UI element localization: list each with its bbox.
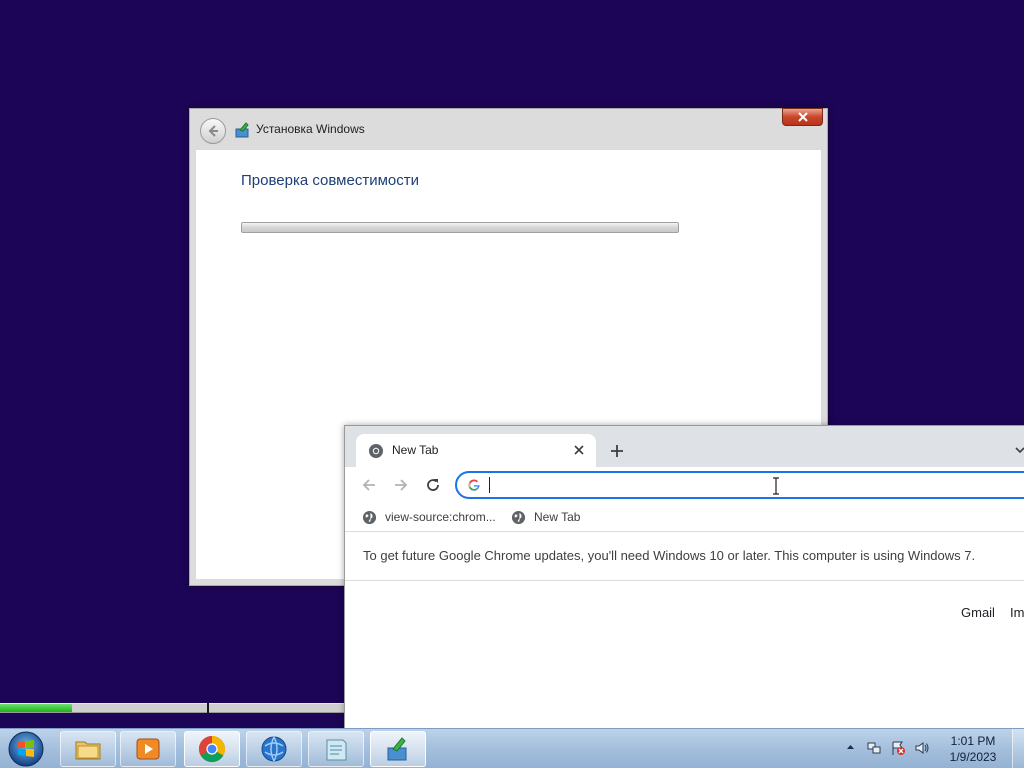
taskbar-explorer-button[interactable] — [60, 731, 116, 767]
taskbar-chrome-button[interactable] — [184, 731, 240, 767]
install-progress-marker — [207, 703, 209, 714]
address-bar[interactable] — [455, 471, 1024, 499]
clock-time: 1:01 PM — [950, 734, 996, 748]
windows-setup-icon — [235, 122, 249, 138]
taskbar-windows-setup-button[interactable] — [370, 731, 426, 767]
bookmark-label: view-source:chrom... — [385, 510, 496, 524]
notepad-icon — [326, 739, 347, 761]
internet-explorer-icon — [261, 736, 287, 762]
install-progress-fill — [0, 704, 73, 712]
taskbar-internet-explorer-button[interactable] — [246, 731, 302, 767]
show-desktop-button[interactable] — [1012, 729, 1024, 768]
media-player-icon — [136, 738, 160, 760]
windows-logo-icon — [8, 731, 44, 767]
start-button[interactable] — [4, 730, 48, 768]
text-caret — [489, 477, 490, 493]
network-icon[interactable] — [866, 740, 882, 756]
volume-icon[interactable] — [914, 740, 930, 756]
bookmark-new-tab[interactable]: New Tab — [511, 508, 580, 526]
chevron-down-icon[interactable] — [1013, 443, 1024, 457]
chrome-icon — [198, 735, 226, 763]
taskbar-media-player-button[interactable] — [120, 731, 176, 767]
setup-heading: Проверка совместимости — [241, 172, 419, 189]
chrome-icon — [369, 444, 383, 458]
bookmarks-bar: view-source:chrom... New Tab — [345, 503, 1024, 531]
close-icon — [797, 112, 808, 122]
bookmark-label: New Tab — [534, 510, 581, 524]
globe-icon — [511, 510, 526, 524]
chrome-window: New Tab view-source:chrom... New Tab To … — [344, 425, 1024, 735]
new-tab-page: Gmail Im — [345, 582, 1024, 734]
back-arrow-icon[interactable] — [200, 118, 226, 144]
omnibox-input[interactable] — [489, 476, 989, 494]
new-tab-icon[interactable] — [607, 441, 627, 461]
close-icon[interactable] — [572, 443, 586, 457]
close-button[interactable] — [782, 108, 823, 126]
compatibility-progress-bar — [241, 222, 679, 233]
chevron-up-icon[interactable] — [846, 743, 855, 752]
setup-window-title: Установка Windows — [256, 122, 365, 136]
infobar-text: To get future Google Chrome updates, you… — [363, 548, 976, 563]
taskbar: 1:01 PM 1/9/2023 — [0, 728, 1024, 768]
install-progress-strip — [0, 703, 345, 714]
system-clock[interactable]: 1:01 PM 1/9/2023 — [938, 733, 1008, 765]
images-link[interactable]: Im — [1010, 605, 1024, 620]
google-icon — [468, 479, 480, 491]
clock-date: 1/9/2023 — [949, 750, 997, 764]
windows-setup-icon — [387, 737, 407, 761]
folder-icon — [75, 741, 101, 760]
back-arrow-icon[interactable] — [360, 476, 378, 494]
update-infobar: To get future Google Chrome updates, you… — [345, 531, 1024, 581]
chrome-toolbar — [345, 467, 1024, 503]
taskbar-notepad-button[interactable] — [308, 731, 364, 767]
action-center-flag-icon[interactable] — [890, 740, 906, 756]
gmail-link[interactable]: Gmail — [961, 605, 995, 620]
forward-arrow-icon[interactable] — [392, 476, 410, 494]
text-cursor-icon — [773, 477, 779, 495]
tab-new-tab[interactable]: New Tab — [356, 434, 596, 467]
bookmark-view-source[interactable]: view-source:chrom... — [362, 508, 496, 526]
reload-icon[interactable] — [424, 476, 442, 494]
globe-icon — [362, 510, 377, 524]
tab-title: New Tab — [392, 443, 439, 457]
chrome-tabstrip[interactable]: New Tab — [345, 426, 1024, 467]
setup-titlebar[interactable]: Установка Windows — [190, 108, 827, 151]
